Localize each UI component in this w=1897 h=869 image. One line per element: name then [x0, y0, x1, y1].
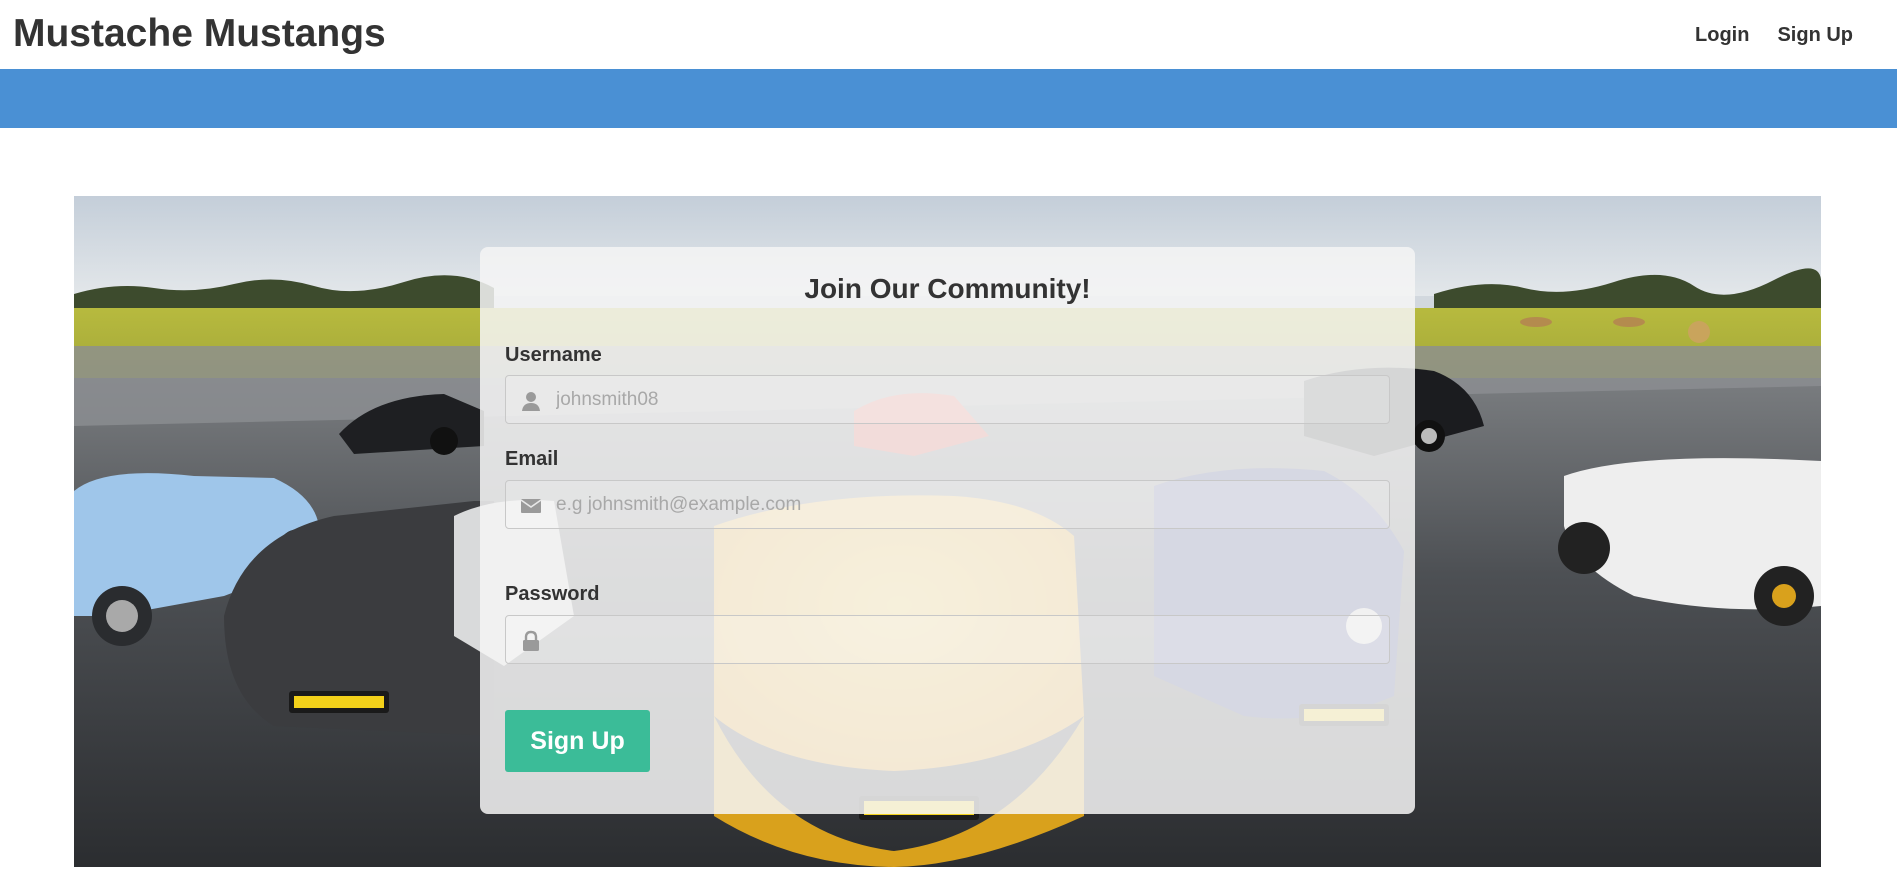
top-navbar: Mustache Mustangs Login Sign Up: [0, 0, 1897, 69]
user-icon: [520, 390, 542, 412]
envelope-icon: [520, 495, 542, 517]
brand-title[interactable]: Mustache Mustangs: [13, 10, 386, 58]
username-label: Username: [505, 344, 602, 366]
top-nav: Login Sign Up: [1681, 20, 1867, 50]
signup-submit-button[interactable]: Sign Up: [505, 710, 650, 772]
lock-icon: [520, 630, 542, 652]
email-label: Email: [505, 448, 559, 470]
username-field[interactable]: [505, 375, 1390, 424]
password-input[interactable]: [556, 616, 1376, 663]
password-label: Password: [505, 583, 600, 605]
accent-banner: [0, 69, 1897, 128]
nav-login-link[interactable]: Login: [1681, 20, 1763, 50]
nav-signup-link[interactable]: Sign Up: [1763, 20, 1867, 50]
email-field[interactable]: [505, 480, 1390, 529]
signup-title: Join Our Community!: [804, 273, 1091, 304]
email-input[interactable]: [556, 481, 1376, 528]
username-input[interactable]: [556, 376, 1376, 423]
password-field[interactable]: [505, 615, 1390, 664]
signup-card: Join Our Community! Username Email Passw…: [480, 247, 1415, 814]
